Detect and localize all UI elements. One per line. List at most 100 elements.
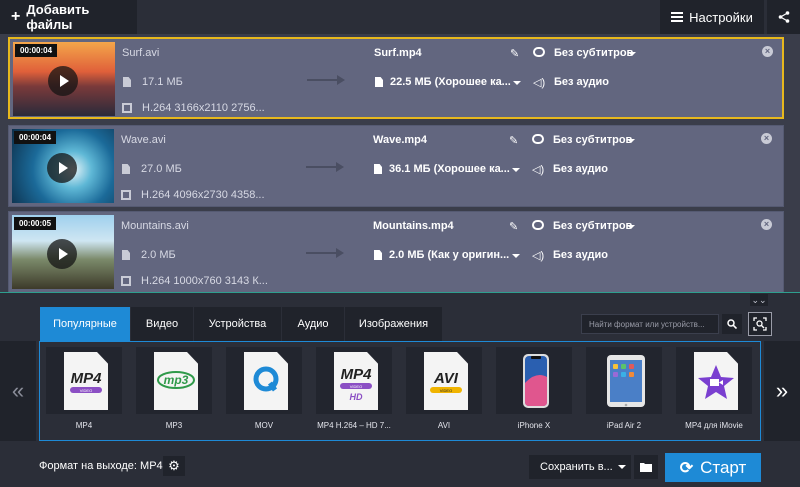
output-filename[interactable]: Mountains.mp4 <box>373 220 454 232</box>
tab-audio[interactable]: Аудио <box>282 307 345 341</box>
output-size[interactable]: 36.1 МБ (Хорошее ка... <box>389 163 510 175</box>
output-format-label: Формат на выходе: MP4 <box>39 460 163 472</box>
audio-select[interactable]: Без аудио <box>554 76 609 88</box>
pencil-icon[interactable]: ✎ <box>509 134 518 147</box>
format-item-mp4-hd[interactable]: MP4 VIDEO HD MP4 H.264 – HD 7... <box>314 347 394 435</box>
subtitles-icon <box>532 134 544 144</box>
format-item-iphone-x[interactable]: iPhone X <box>494 347 574 435</box>
format-grid: MP4 VIDEO MP4 mp3 MP3 MOV MP4 VIDEO HD M… <box>39 341 761 441</box>
speaker-icon: ◁) <box>532 250 545 262</box>
start-button[interactable]: ⟳ Старт <box>665 453 761 482</box>
audio-select[interactable]: Без аудио <box>553 163 608 175</box>
chevron-down-icon[interactable] <box>627 225 635 229</box>
speaker-icon: ◁) <box>532 164 545 176</box>
pencil-icon[interactable]: ✎ <box>510 47 519 60</box>
source-filename: Mountains.avi <box>121 220 189 232</box>
chevron-down-icon <box>618 465 626 469</box>
tab-images[interactable]: Изображения <box>345 307 443 341</box>
tab-popular[interactable]: Популярные <box>40 307 131 341</box>
file-icon <box>122 164 130 174</box>
source-filename: Surf.avi <box>122 47 160 59</box>
file-row[interactable]: 00:00:05 Mountains.avi 2.0 МБ H.264 1000… <box>8 211 784 293</box>
refresh-icon: ⟳ <box>679 459 694 477</box>
open-folder-button[interactable] <box>634 455 658 479</box>
format-item-mp4[interactable]: MP4 VIDEO MP4 <box>44 347 124 435</box>
close-icon[interactable]: × <box>762 46 773 57</box>
duration-badge: 00:00:05 <box>14 217 57 230</box>
pencil-icon[interactable]: ✎ <box>509 220 518 233</box>
video-thumbnail[interactable]: 00:00:04 <box>12 129 114 203</box>
chevron-down-icon[interactable] <box>512 254 520 258</box>
save-to-label: Сохранить в... <box>540 461 613 473</box>
format-item-imovie[interactable]: MP4 для iMovie <box>674 347 754 435</box>
speaker-icon: ◁) <box>533 77 546 89</box>
plus-icon: + <box>11 8 21 25</box>
mov-icon <box>253 366 279 392</box>
format-item-mov[interactable]: MOV <box>224 347 304 435</box>
mp4-hd-icon-text: MP4 <box>341 366 373 383</box>
output-filename[interactable]: Wave.mp4 <box>373 134 427 146</box>
subtitles-select[interactable]: Без субтитров <box>554 47 633 59</box>
save-to-button[interactable]: Сохранить в... <box>529 455 631 479</box>
format-item-mp3[interactable]: mp3 MP3 <box>134 347 214 435</box>
source-filename: Wave.avi <box>121 134 166 146</box>
chevron-down-icon[interactable] <box>628 52 636 56</box>
search-icon <box>727 319 737 329</box>
output-size[interactable]: 2.0 МБ (Как у оригин... <box>389 249 509 261</box>
mp3-icon-text: mp3 <box>164 373 189 387</box>
video-thumbnail[interactable]: 00:00:04 <box>13 42 115 116</box>
panel-divider <box>0 292 800 293</box>
format-item-ipad-air-2[interactable]: iPad Air 2 <box>584 347 664 435</box>
source-size: 17.1 МБ <box>142 76 183 88</box>
scroll-right-button[interactable]: » <box>764 341 800 441</box>
gear-icon[interactable]: ⚙ <box>163 456 185 476</box>
tab-devices[interactable]: Устройства <box>194 307 282 341</box>
format-label: iPhone X <box>517 421 551 430</box>
format-label: AVI <box>437 421 451 430</box>
scroll-left-button[interactable]: « <box>0 341 36 441</box>
source-codec: H.264 1000x760 3143 К... <box>141 275 268 287</box>
tab-video[interactable]: Видео <box>131 307 194 341</box>
output-filename[interactable]: Surf.mp4 <box>374 47 422 59</box>
share-button[interactable] <box>767 0 800 34</box>
detect-device-button[interactable] <box>748 312 772 336</box>
play-icon[interactable] <box>47 239 77 269</box>
audio-select[interactable]: Без аудио <box>553 249 608 261</box>
search-button[interactable] <box>722 314 742 334</box>
arrow-icon <box>306 162 344 172</box>
chevron-down-icon[interactable] <box>627 139 635 143</box>
close-icon[interactable]: × <box>761 219 772 230</box>
format-label: iPad Air 2 <box>606 421 642 430</box>
subtitles-icon <box>533 47 545 57</box>
subtitles-select[interactable]: Без субтитров <box>553 134 632 146</box>
codec-icon <box>122 103 132 113</box>
file-row[interactable]: 00:00:04 Surf.avi 17.1 МБ H.264 3166x211… <box>8 37 784 119</box>
settings-button[interactable]: Настройки <box>660 0 764 34</box>
add-files-button[interactable]: + Добавить файлы <box>0 0 137 34</box>
play-icon[interactable] <box>48 66 78 96</box>
add-files-label: Добавить файлы <box>26 2 90 32</box>
chevron-down-icon[interactable] <box>512 168 520 172</box>
format-label: MOV <box>254 421 274 430</box>
file-list: 00:00:04 Surf.avi 17.1 МБ H.264 3166x211… <box>0 34 800 293</box>
start-label: Старт <box>700 457 747 477</box>
collapse-icon[interactable]: ⌄⌄ <box>750 294 768 306</box>
file-row[interactable]: 00:00:04 Wave.avi 27.0 МБ H.264 4096x273… <box>8 125 784 207</box>
subtitles-select[interactable]: Без субтитров <box>553 220 632 232</box>
avi-icon: AVI VIDEO <box>430 370 462 393</box>
format-label: MP3 <box>165 421 183 430</box>
format-label: MP4 <box>75 421 93 430</box>
format-search-input[interactable]: Найти формат или устройств... <box>581 314 719 334</box>
video-thumbnail[interactable]: 00:00:05 <box>12 215 114 289</box>
arrow-icon <box>306 248 344 258</box>
file-icon <box>123 77 131 87</box>
mp4-icon-subtext: VIDEO <box>80 388 92 393</box>
output-size[interactable]: 22.5 МБ (Хорошее ка... <box>390 76 511 88</box>
close-icon[interactable]: × <box>761 133 772 144</box>
avi-icon-subtext: VIDEO <box>440 388 452 393</box>
arrow-icon <box>307 75 345 85</box>
source-codec: H.264 3166x2110 2756... <box>142 102 265 114</box>
format-item-avi[interactable]: AVI VIDEO AVI <box>404 347 484 435</box>
play-icon[interactable] <box>47 153 77 183</box>
chevron-down-icon[interactable] <box>513 81 521 85</box>
